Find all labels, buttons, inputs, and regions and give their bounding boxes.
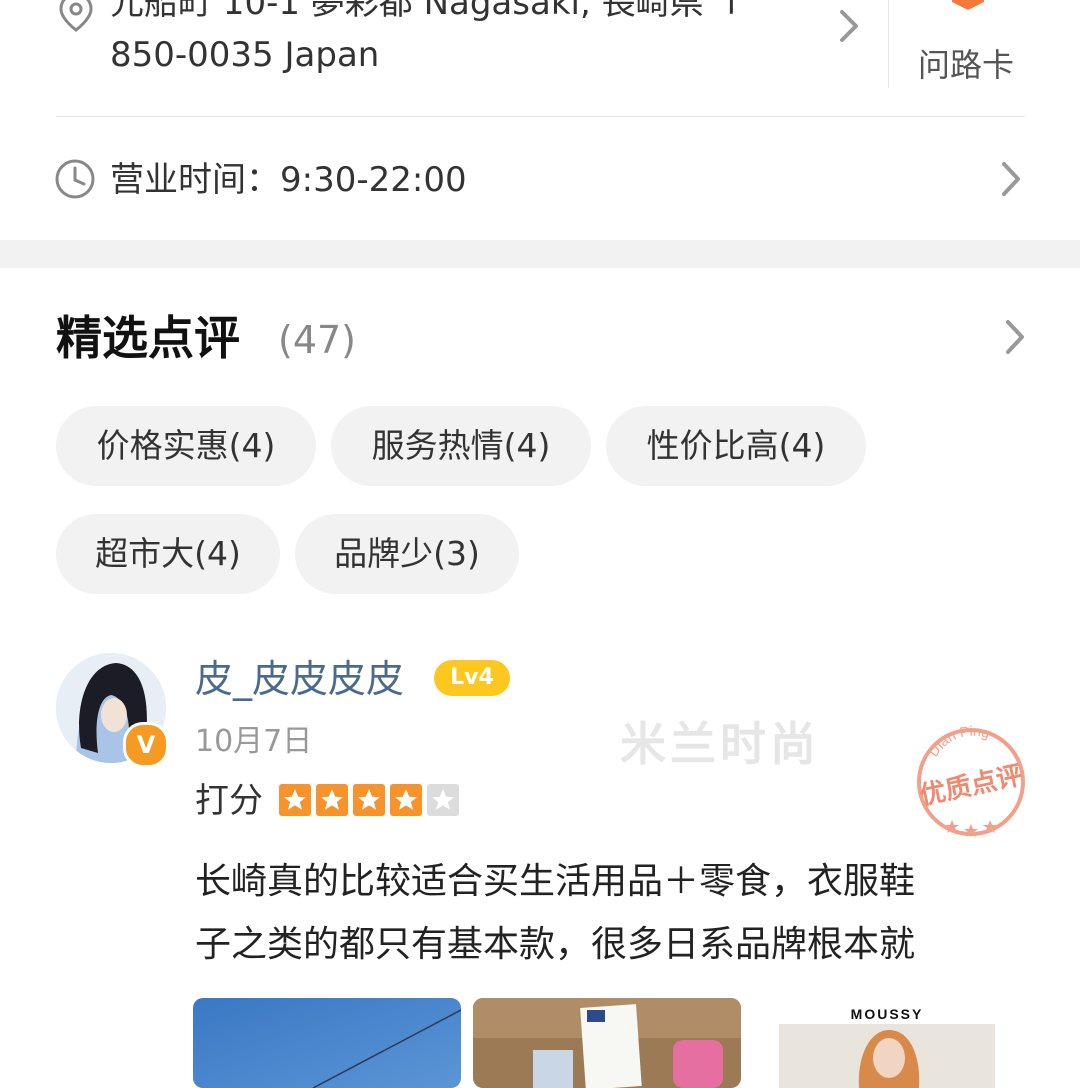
verified-badge: V — [123, 722, 169, 768]
location-pin-icon — [59, 0, 93, 32]
review-tag[interactable]: 超市大(4) — [56, 514, 280, 594]
review-tag[interactable]: 服务热情(4) — [331, 406, 591, 486]
address-line-2[interactable]: 850-0035 Japan — [110, 30, 379, 80]
svg-text:Dian Ping: Dian Ping — [925, 723, 992, 760]
clock-icon — [55, 159, 95, 199]
star-filled-icon — [353, 784, 385, 816]
reviews-section-title: 精选点评 — [56, 311, 240, 365]
review-tag[interactable]: 价格实惠(4) — [56, 406, 316, 486]
route-card-icon[interactable] — [946, 0, 990, 20]
address-separator — [888, 0, 889, 88]
divider — [56, 116, 1025, 117]
hours-label: 营业时间： — [110, 160, 280, 200]
review-photo[interactable] — [193, 998, 461, 1088]
chevron-right-icon[interactable] — [1000, 316, 1030, 358]
review-text[interactable]: 长崎真的比较适合买生活用品＋零食，衣服鞋 子之类的都只有基本款，很多日系品牌根本… — [195, 850, 1025, 976]
star-filled-icon — [279, 784, 311, 816]
review-text-line: 长崎真的比较适合买生活用品＋零食，衣服鞋 — [195, 861, 916, 902]
review-username[interactable]: 皮_皮皮皮皮 — [195, 652, 404, 706]
star-filled-icon — [316, 784, 348, 816]
review-tag[interactable]: 性价比高(4) — [606, 406, 866, 486]
watermark: 米兰时尚 — [620, 717, 820, 771]
hours-value: 9:30-22:00 — [280, 160, 467, 200]
route-card-label[interactable]: 问路卡 — [918, 42, 1014, 88]
section-gap — [0, 240, 1080, 268]
chevron-right-icon[interactable] — [996, 158, 1026, 200]
review-date: 10月7日 — [195, 724, 313, 759]
photo-caption: MOUSSY — [850, 1006, 924, 1022]
quality-review-seal: Dian Ping 优质点评 — [917, 723, 1025, 837]
review-photo[interactable] — [473, 998, 741, 1088]
seal-middle-text: 优质点评 — [917, 760, 1025, 812]
star-filled-icon — [390, 784, 422, 816]
address-line-1[interactable]: 元船町 10-1 夢彩都 Nagasaki, 長崎県 〒 — [110, 0, 748, 28]
seal-top-text: Dian Ping — [925, 723, 992, 760]
user-level-badge: Lv4 — [434, 660, 510, 696]
review-text-line: 子之类的都只有基本款，很多日系品牌根本就 — [195, 924, 916, 965]
business-hours[interactable]: 营业时间：9:30-22:00 — [110, 155, 467, 205]
review-tag[interactable]: 品牌少(3) — [295, 514, 519, 594]
chevron-right-icon[interactable] — [834, 6, 864, 46]
rating-stars — [279, 784, 459, 816]
score-label: 打分 — [195, 781, 263, 821]
star-empty-icon — [427, 784, 459, 816]
review-photo[interactable]: MOUSSY — [753, 998, 1021, 1088]
reviews-count: (47) — [278, 318, 357, 362]
